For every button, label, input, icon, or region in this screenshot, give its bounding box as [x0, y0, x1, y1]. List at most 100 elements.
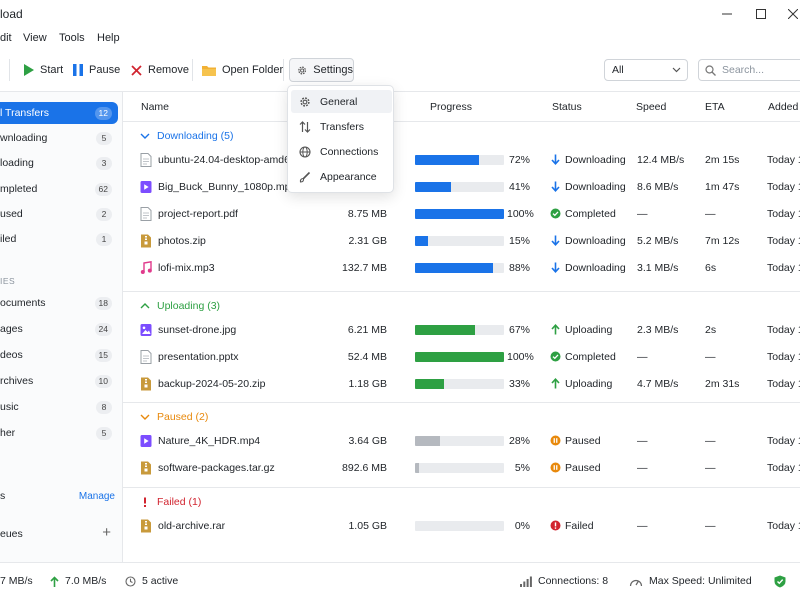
column-header-added[interactable]: Added	[768, 101, 798, 113]
table-row[interactable]: photos.zip 2.31 GB 15% Downloading 5.2 MB/s 7…	[123, 228, 800, 255]
max-speed-indicator[interactable]: Max Speed: Unlimited	[629, 575, 752, 587]
menu-tools[interactable]: Tools	[59, 32, 85, 44]
column-header-speed[interactable]: Speed	[636, 101, 666, 113]
date-added: Today 10	[767, 208, 800, 220]
exclamation-icon	[144, 497, 146, 507]
table-row[interactable]: ubuntu-24.04-desktop-amd64.i 72% Downloadi…	[123, 147, 800, 174]
menu-edit[interactable]: dit	[0, 32, 12, 44]
remove-x-icon	[131, 64, 142, 76]
sidebar-item-videos[interactable]: deos 15	[0, 344, 118, 366]
table-row[interactable]: backup-2024-05-20.zip 1.18 GB 33% Uploading…	[123, 371, 800, 398]
table-row[interactable]: sunset-drone.jpg 6.21 MB 67% Uploading 2.3 M…	[123, 317, 800, 344]
close-button[interactable]	[780, 4, 800, 24]
settings-menu-transfers[interactable]: Transfers	[291, 115, 392, 138]
status-text: Paused	[565, 435, 601, 447]
manage-link[interactable]: Manage	[79, 491, 115, 502]
pause-button[interactable]: Pause	[73, 60, 120, 80]
search-input[interactable]: Search...	[698, 59, 800, 81]
sidebar-item-archives[interactable]: rchives 10	[0, 370, 118, 392]
column-header-name[interactable]: Name	[141, 101, 169, 113]
table-row[interactable]: Big_Buck_Bunny_1080p.mp4 41% Downloading 8.…	[123, 174, 800, 201]
table-row[interactable]: Nature_4K_HDR.mp4 3.64 GB 28% Paused — — Today…	[123, 428, 800, 455]
sidebar-item-label: rchives	[0, 375, 34, 387]
group-header[interactable]: Failed (1)	[140, 496, 201, 508]
sidebar-item-images[interactable]: ages 24	[0, 318, 118, 340]
security-indicator	[774, 575, 786, 588]
start-button[interactable]: Start	[24, 60, 63, 80]
column-header-eta[interactable]: ETA	[705, 101, 725, 113]
settings-menu-connections[interactable]: Connections	[291, 140, 392, 163]
sidebar-item-queues[interactable]: eues	[0, 523, 118, 545]
table-row[interactable]: project-report.pdf 8.75 MB 100% Completed — —…	[123, 201, 800, 228]
progress-fill	[415, 263, 494, 273]
sidebar-item-all-transfers[interactable]: l Transfers 12	[0, 102, 118, 124]
status-text: Completed	[565, 208, 616, 220]
menu-bar: dit View Tools Help	[0, 28, 800, 48]
table-row[interactable]: software-packages.tar.gz 892.6 MB 5% Paused…	[123, 455, 800, 482]
count-badge: 10	[94, 374, 112, 388]
settings-button[interactable]: Settings	[289, 58, 354, 82]
group-divider	[123, 291, 800, 292]
filter-select[interactable]: All	[604, 59, 688, 81]
toolbar-separator	[283, 59, 284, 81]
sidebar-item-documents[interactable]: ocuments 18	[0, 292, 118, 314]
remove-button[interactable]: Remove	[131, 60, 189, 80]
upload-arrow-icon	[50, 575, 59, 587]
transfer-eta: 6s	[705, 262, 717, 274]
settings-menu-appearance[interactable]: Appearance	[291, 165, 392, 188]
table-row[interactable]: old-archive.rar 1.05 GB 0% Failed — — Today 10	[123, 513, 800, 540]
folder-icon	[202, 66, 216, 76]
chevron-up-icon	[140, 303, 150, 309]
column-header-status[interactable]: Status	[552, 101, 582, 113]
transfer-speed: 3.1 MB/s	[637, 262, 679, 274]
menu-view[interactable]: View	[23, 32, 47, 44]
table-row[interactable]: presentation.pptx 52.4 MB 100% Completed — — T…	[123, 344, 800, 371]
count-badge: 18	[94, 296, 112, 310]
transfer-list: Name Progress Status Speed ETA Added Dow…	[123, 92, 800, 562]
status-text: Paused	[565, 462, 601, 474]
minimize-button[interactable]	[714, 4, 740, 24]
sidebar-item-uploading[interactable]: loading 3	[0, 152, 118, 174]
group-header[interactable]: Downloading (5)	[140, 130, 233, 142]
transfer-eta: 2m 31s	[705, 378, 740, 390]
group-divider	[123, 487, 800, 488]
settings-menu-label: General	[320, 95, 358, 108]
progress-percent: 28%	[508, 435, 530, 447]
maximize-icon	[756, 9, 766, 19]
sidebar-item-paused[interactable]: used 2	[0, 203, 118, 225]
sidebar-item-failed[interactable]: iled 1	[0, 228, 118, 250]
file-name: ubuntu-24.04-desktop-amd64.i	[158, 154, 302, 166]
sidebar-item-other[interactable]: her 5	[0, 422, 118, 444]
toolbar-separator	[192, 59, 193, 81]
sidebar-item-downloading[interactable]: wnloading 5	[0, 127, 118, 149]
sidebar-item-completed[interactable]: mpleted 62	[0, 178, 118, 200]
group-title: Paused (2)	[157, 411, 209, 423]
column-header-progress[interactable]: Progress	[430, 101, 472, 113]
transfer-speed: 12.4 MB/s	[637, 154, 685, 166]
settings-menu-general[interactable]: General	[291, 90, 392, 113]
maximize-button[interactable]	[748, 4, 774, 24]
pause-circle-icon	[550, 435, 561, 446]
table-row[interactable]: lofi-mix.mp3 132.7 MB 88% Downloading 3.1 MB…	[123, 255, 800, 282]
sidebar-item-label: ages	[0, 323, 23, 335]
globe-icon	[299, 145, 311, 158]
group-header[interactable]: Uploading (3)	[140, 300, 220, 312]
count-badge: 24	[94, 322, 112, 336]
add-queue-button[interactable]: +	[102, 524, 111, 541]
group-title: Downloading (5)	[157, 130, 234, 142]
date-added: Today 10	[767, 181, 800, 193]
progress-percent: 100%	[507, 208, 534, 220]
progress-bar	[415, 209, 504, 219]
download-speed-indicator: 7 MB/s	[0, 575, 33, 587]
progress-percent: 67%	[508, 324, 530, 336]
transfer-eta: 2s	[705, 324, 717, 336]
settings-dropdown: General Transfers Connections Appearance	[287, 85, 394, 193]
group-header[interactable]: Paused (2)	[140, 411, 208, 423]
open-folder-button[interactable]: Open Folder	[202, 60, 283, 80]
progress-fill	[415, 209, 504, 219]
file-size: 52.4 MB	[347, 351, 387, 363]
sidebar-item-label: usic	[0, 401, 19, 413]
sidebar-item-music[interactable]: usic 8	[0, 396, 118, 418]
active-count-indicator: 5 active	[125, 575, 178, 587]
menu-help[interactable]: Help	[97, 32, 120, 44]
